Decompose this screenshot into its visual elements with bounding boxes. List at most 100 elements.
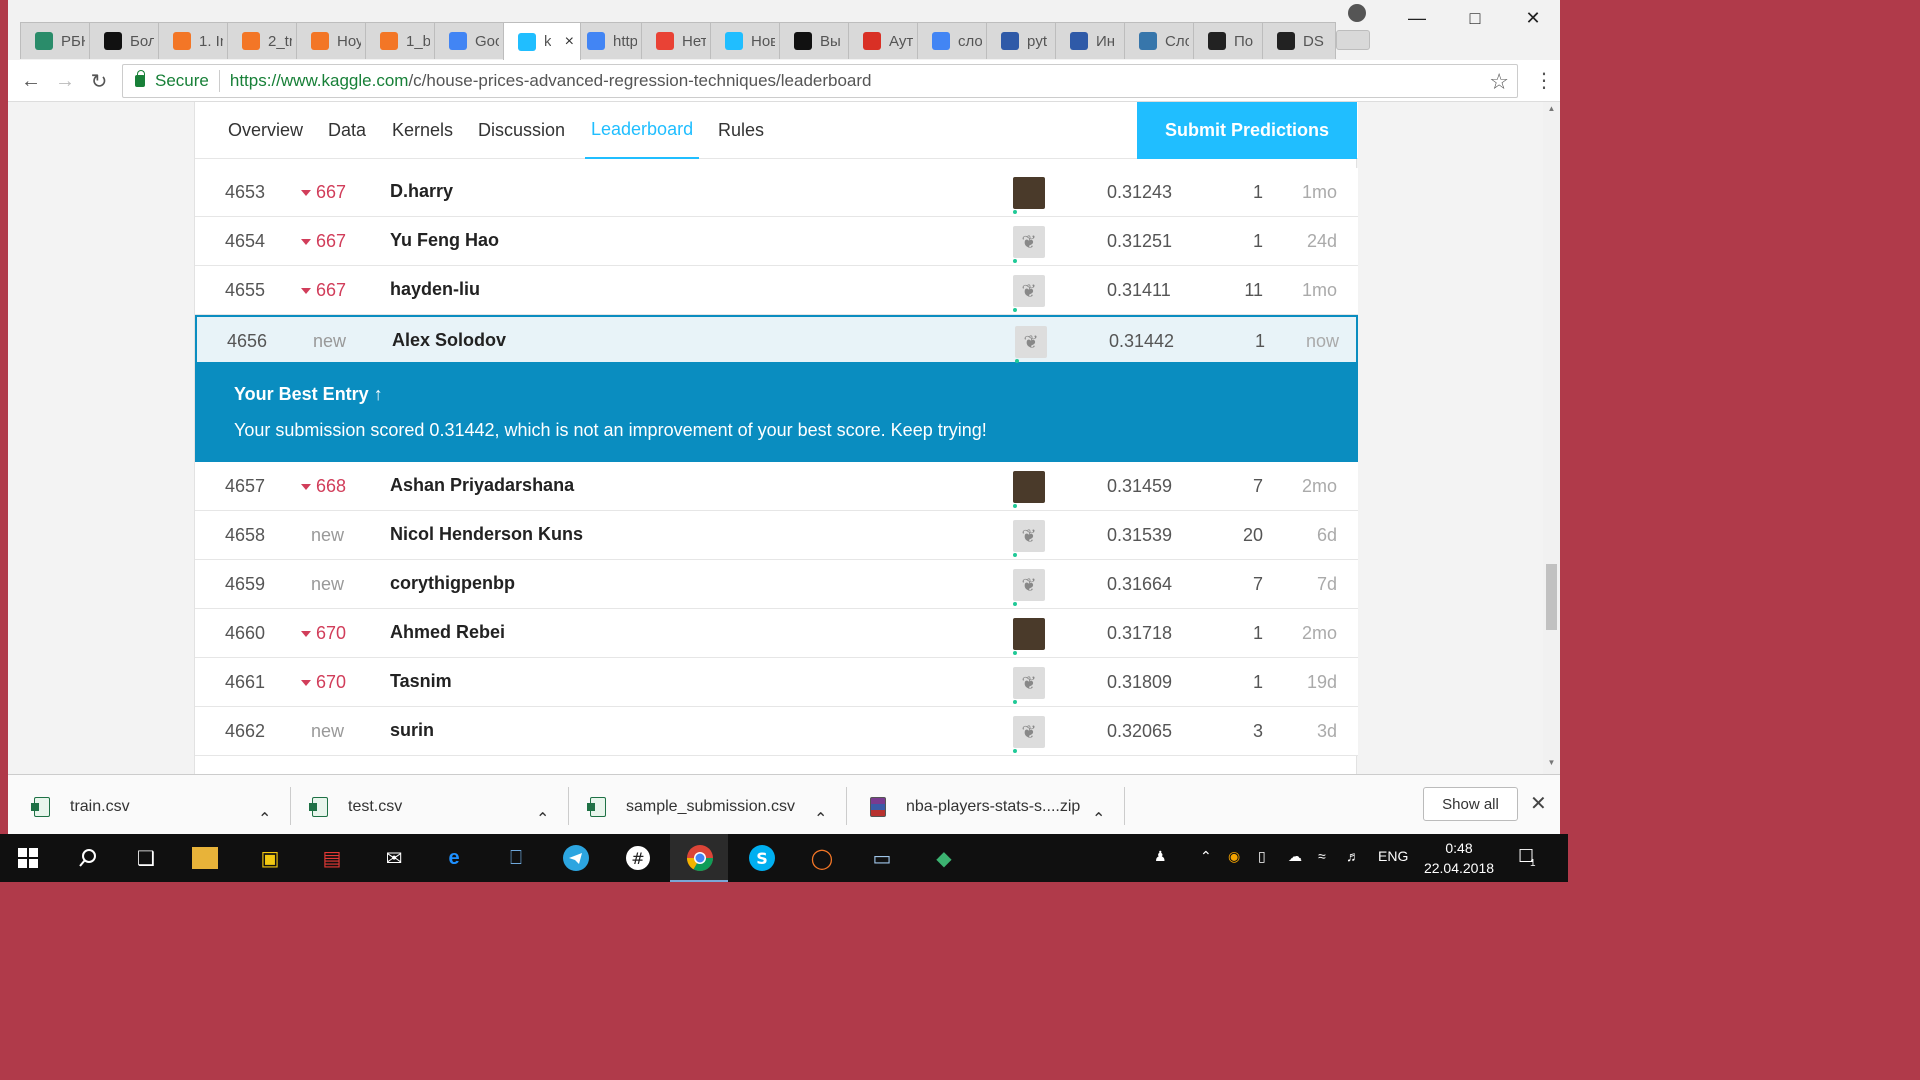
download-item[interactable]: test.csv xyxy=(309,785,402,829)
download-item[interactable]: nba-players-stats-s....zip xyxy=(870,785,1080,829)
browser-tab[interactable]: Аут xyxy=(848,22,922,59)
team-name[interactable]: D.harry xyxy=(390,181,453,202)
task-view-icon[interactable]: ❑ xyxy=(130,842,162,874)
mail-icon[interactable]: ✉ xyxy=(378,842,410,874)
browser-tab[interactable]: Goo xyxy=(434,22,508,59)
tab-discussion[interactable]: Discussion xyxy=(478,102,565,159)
battery-icon[interactable]: ▯ xyxy=(1258,848,1266,865)
chevron-up-icon[interactable]: ⌃ xyxy=(1200,848,1212,865)
browser-tab[interactable]: сло xyxy=(917,22,991,59)
slack-icon[interactable]: # xyxy=(622,842,654,874)
notes-app-icon[interactable]: ▭ xyxy=(866,842,898,874)
team-name[interactable]: Alex Solodov xyxy=(392,330,506,351)
browser-tab[interactable]: По xyxy=(1193,22,1267,59)
score-cell: 0.31243 xyxy=(1107,182,1173,202)
reload-icon[interactable]: ↻ xyxy=(86,68,112,94)
clock-time: 0:48 xyxy=(1445,840,1473,856)
git-app-icon[interactable]: ◆ xyxy=(928,842,960,874)
cloud-icon[interactable]: ☁ xyxy=(1288,848,1302,865)
download-item[interactable]: sample_submission.csv xyxy=(587,785,795,829)
avatar[interactable]: ❦ xyxy=(1013,667,1045,704)
show-all-button[interactable]: Show all xyxy=(1423,787,1518,821)
people-icon[interactable]: ♟ xyxy=(1154,848,1167,865)
bookmark-star-icon[interactable]: ☆ xyxy=(1489,69,1509,95)
wifi-icon[interactable]: ≈ xyxy=(1318,848,1326,864)
avatar[interactable]: ❦ xyxy=(1013,569,1045,606)
browser-tab[interactable]: 2_tr xyxy=(227,22,301,59)
scroll-thumb[interactable] xyxy=(1546,564,1557,630)
search-icon[interactable] xyxy=(72,842,104,874)
profile-icon[interactable] xyxy=(1348,4,1366,22)
telegram-icon[interactable] xyxy=(560,842,592,874)
download-item[interactable]: train.csv xyxy=(31,785,130,829)
browser-tab[interactable]: Ин xyxy=(1055,22,1129,59)
tab-overview[interactable]: Overview xyxy=(228,102,303,159)
tab-kernels[interactable]: Kernels xyxy=(392,102,453,159)
store-icon[interactable]: ▣ xyxy=(254,842,286,874)
browser-tab[interactable]: pyt xyxy=(986,22,1060,59)
volume-icon[interactable]: ♬ xyxy=(1346,848,1360,864)
submit-predictions-button[interactable]: Submit Predictions xyxy=(1137,102,1357,159)
clock[interactable]: 0:48 22.04.2018 xyxy=(1418,838,1500,878)
team-name[interactable]: Yu Feng Hao xyxy=(390,230,499,251)
new-tab-button[interactable] xyxy=(1336,30,1370,50)
avatar[interactable]: ❦ xyxy=(1013,275,1045,312)
team-name[interactable]: surin xyxy=(390,720,434,741)
avatar[interactable]: ❦ xyxy=(1013,226,1045,263)
avatar[interactable] xyxy=(1013,618,1045,655)
browser-tab[interactable]: Сло xyxy=(1124,22,1198,59)
team-name[interactable]: Nicol Henderson Kuns xyxy=(390,524,583,545)
forward-icon[interactable]: → xyxy=(52,68,78,94)
avatar[interactable] xyxy=(1013,177,1045,214)
network-app-icon[interactable]: ⎕ xyxy=(500,842,532,874)
address-bar[interactable]: Secure https://www.kaggle.com/c/house-pr… xyxy=(122,64,1518,98)
browser-tab[interactable]: Нов xyxy=(710,22,784,59)
chrome-icon[interactable] xyxy=(684,842,716,874)
avatar[interactable] xyxy=(1013,471,1045,508)
browser-tab[interactable]: DS xyxy=(1262,22,1336,59)
page-scrollbar[interactable]: ▲ ▼ xyxy=(1543,102,1560,774)
scroll-up-icon[interactable]: ▲ xyxy=(1543,104,1560,118)
tab-data[interactable]: Data xyxy=(328,102,366,159)
arrow-down-icon xyxy=(301,190,311,197)
team-name[interactable]: Ahmed Rebei xyxy=(390,622,505,643)
browser-tab[interactable]: 1. Intro xyxy=(158,22,232,59)
avatar[interactable]: ❦ xyxy=(1013,716,1045,753)
team-name[interactable]: Ashan Priyadarshana xyxy=(390,475,574,496)
tab-title: Нов xyxy=(751,32,775,50)
browser-tab[interactable]: Бол xyxy=(89,22,163,59)
browser-tab[interactable]: kaggle × xyxy=(503,22,581,60)
tab-rules[interactable]: Rules xyxy=(718,102,764,159)
jupyter-icon[interactable]: ◯ xyxy=(806,842,838,874)
entries-cell: 1 xyxy=(1252,623,1263,643)
browser-tab[interactable]: Нет xyxy=(641,22,715,59)
language-indicator[interactable]: ENG xyxy=(1378,848,1408,864)
minimize-icon[interactable]: — xyxy=(1388,0,1446,36)
edge-browser-icon[interactable]: e xyxy=(438,842,470,874)
team-name[interactable]: Tasnim xyxy=(390,671,452,692)
back-icon[interactable]: ← xyxy=(18,68,44,94)
avatar[interactable]: ❦ xyxy=(1013,520,1045,557)
tab-title: сло xyxy=(958,32,982,50)
menu-icon[interactable]: ⋮ xyxy=(1534,68,1554,93)
close-tab-icon[interactable]: × xyxy=(565,33,574,51)
scroll-down-icon[interactable]: ▼ xyxy=(1543,758,1560,772)
browser-tab[interactable]: Вы xyxy=(779,22,853,59)
browser-tab[interactable]: Ноу xyxy=(296,22,370,59)
browser-tab[interactable]: http xyxy=(572,22,646,59)
browser-tab[interactable]: РБК xyxy=(20,22,94,59)
browser-tab[interactable]: 1_b xyxy=(365,22,439,59)
avatar[interactable]: ❦ xyxy=(1015,326,1047,363)
app-tray-icon[interactable]: ◉ xyxy=(1228,848,1240,865)
windows-start-icon[interactable] xyxy=(12,842,44,874)
maximize-icon[interactable]: □ xyxy=(1446,0,1504,36)
team-name[interactable]: corythigpenbp xyxy=(390,573,515,594)
gift-app-icon[interactable]: ▤ xyxy=(316,842,348,874)
tab-title: DS xyxy=(1303,32,1324,50)
close-window-icon[interactable]: ✕ xyxy=(1504,0,1562,36)
file-explorer-icon[interactable] xyxy=(192,847,218,869)
tab-leaderboard[interactable]: Leaderboard xyxy=(585,102,700,159)
team-name[interactable]: hayden-liu xyxy=(390,279,480,300)
close-shelf-icon[interactable]: ✕ xyxy=(1530,791,1547,816)
skype-icon[interactable]: S xyxy=(746,842,778,874)
